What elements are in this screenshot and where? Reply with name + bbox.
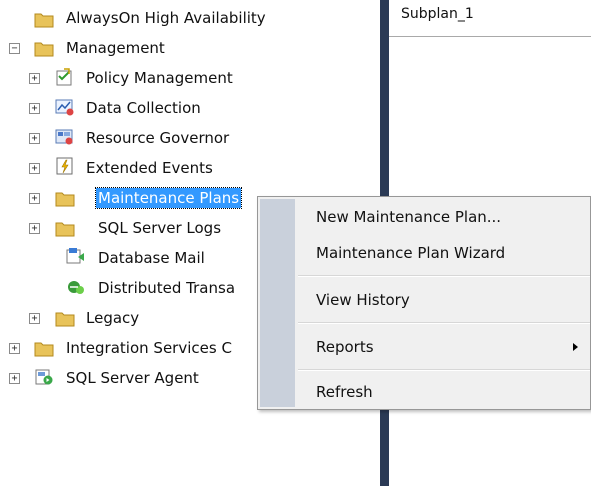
tree-item-label: Maintenance Plans: [94, 187, 243, 209]
subplan-name[interactable]: Subplan_1: [401, 6, 474, 22]
menu-separator: [298, 275, 590, 277]
menu-item-label: Maintenance Plan Wizard: [316, 244, 506, 262]
tree-item-policy-management[interactable]: + Policy Management: [0, 66, 380, 90]
menu-item-label: Refresh: [316, 383, 373, 401]
subplan-grid-header: Subplan_1: [389, 0, 591, 37]
tree-item-label: Extended Events: [86, 159, 213, 177]
expand-toggle[interactable]: +: [29, 103, 40, 114]
folder-icon: [34, 13, 54, 28]
menu-item-refresh[interactable]: Refresh: [295, 377, 590, 407]
tree-item-label: SQL Server Agent: [66, 369, 199, 387]
tree-item-data-collection[interactable]: + Data Collection: [0, 96, 380, 120]
expand-toggle[interactable]: +: [29, 223, 40, 234]
menu-item-label: Reports: [316, 338, 374, 356]
menu-item-view-history[interactable]: View History: [295, 285, 590, 315]
data-collection-icon: [55, 99, 74, 116]
tree-item-management[interactable]: − Management: [0, 36, 380, 60]
sql-agent-icon: [35, 369, 53, 385]
policy-icon: [56, 68, 72, 86]
expand-toggle[interactable]: +: [9, 373, 20, 384]
menu-separator: [298, 369, 590, 371]
tree-item-label: SQL Server Logs: [98, 219, 222, 237]
tree-item-extended-events[interactable]: + Extended Events: [0, 156, 380, 180]
tree-item-label: Integration Services C: [66, 339, 232, 357]
expand-toggle[interactable]: +: [29, 163, 40, 174]
database-mail-icon: [66, 248, 84, 264]
folder-icon: [55, 312, 75, 327]
tree-item-label: AlwaysOn High Availability: [66, 9, 266, 27]
folder-icon: [34, 342, 54, 357]
folder-icon: [55, 222, 75, 237]
context-menu: New Maintenance Plan... Maintenance Plan…: [257, 196, 591, 410]
menu-item-reports[interactable]: Reports: [295, 332, 590, 362]
extended-events-icon: [56, 157, 73, 175]
menu-item-label: View History: [316, 291, 410, 309]
resource-governor-icon: [55, 129, 73, 145]
folder-icon: [55, 192, 75, 207]
menu-item-label: New Maintenance Plan...: [316, 208, 502, 226]
expand-toggle[interactable]: +: [29, 73, 40, 84]
expand-toggle[interactable]: +: [29, 133, 40, 144]
collapse-toggle[interactable]: −: [9, 43, 20, 54]
expand-toggle[interactable]: +: [29, 193, 40, 204]
tree-item-label: Database Mail: [98, 249, 205, 267]
menu-icon-gutter: [260, 199, 295, 407]
tree-item-label: Management: [66, 39, 165, 57]
expand-toggle[interactable]: +: [9, 343, 20, 354]
tree-item-resource-governor[interactable]: + Resource Governor: [0, 126, 380, 150]
menu-separator: [298, 322, 590, 324]
tree-item-label: Policy Management: [86, 69, 233, 87]
menu-item-new-maintenance-plan[interactable]: New Maintenance Plan...: [295, 202, 590, 232]
distributed-transaction-icon: [68, 281, 84, 294]
tree-item-label: Data Collection: [86, 99, 201, 117]
submenu-arrow-icon: [573, 343, 578, 351]
tree-item-alwayson[interactable]: AlwaysOn High Availability: [0, 6, 380, 30]
expand-toggle[interactable]: +: [29, 313, 40, 324]
folder-icon: [34, 42, 54, 57]
tree-item-label: Distributed Transa: [98, 279, 236, 297]
menu-item-maintenance-plan-wizard[interactable]: Maintenance Plan Wizard: [295, 238, 590, 268]
tree-item-label: Legacy: [86, 309, 140, 327]
tree-item-label: Resource Governor: [86, 129, 230, 147]
